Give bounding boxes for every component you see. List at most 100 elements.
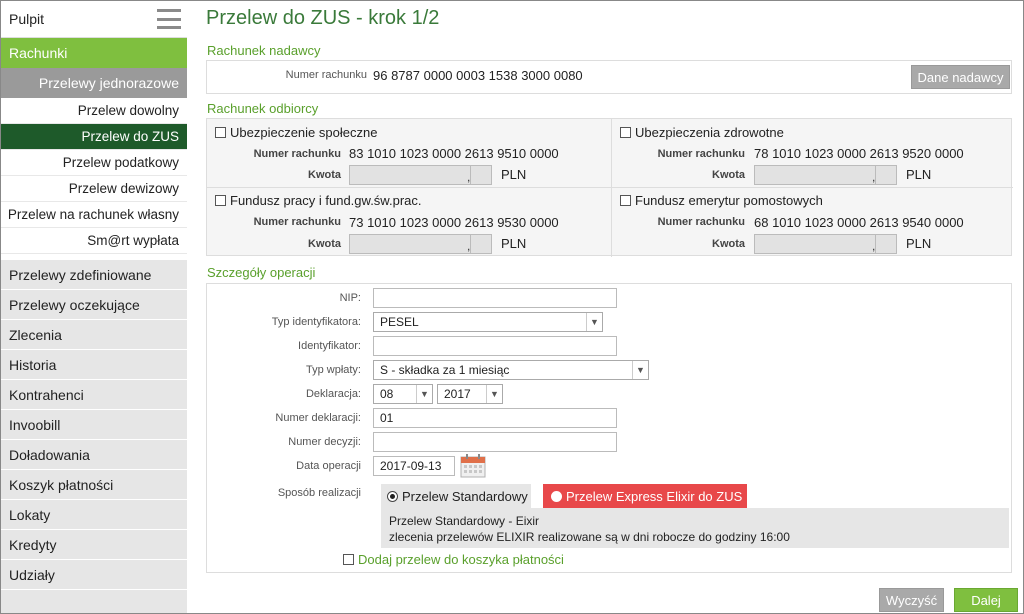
payment-type-select[interactable]: S - składka za 1 miesiąc ▼ — [373, 360, 649, 380]
sidebar-subitem-przelew-wlasny[interactable]: Przelew na rachunek własny — [1, 202, 187, 228]
nip-label: NIP: — [339, 292, 361, 304]
fund-name: Fundusz pracy i fund.gw.św.prac. — [230, 193, 422, 208]
sidebar-item-pulpit[interactable]: Pulpit — [1, 1, 187, 38]
sidebar-item-udzialy[interactable]: Udziały — [1, 560, 187, 590]
sidebar-subitem-przelew-podatkowy[interactable]: Przelew podatkowy — [1, 150, 187, 176]
fund-account-label: Numer rachunku — [253, 216, 341, 228]
id-type-label: Typ identyfikatora: — [271, 316, 361, 328]
sender-section-title: Rachunek nadawcy — [207, 43, 321, 58]
operation-date-input[interactable]: 2017-09-13 — [373, 456, 455, 476]
fund-amount-input[interactable] — [754, 165, 876, 185]
fund-name: Fundusz emerytur pomostowych — [635, 193, 823, 208]
method-info-title: Przelew Standardowy - Eixir — [389, 514, 540, 528]
checkbox-icon[interactable] — [215, 127, 226, 138]
sidebar: Pulpit Rachunki Przelewy jednorazowe Prz… — [1, 1, 187, 613]
method-standard-option[interactable]: Przelew Standardowy — [381, 484, 531, 508]
currency-label: PLN — [906, 167, 932, 182]
fund-amount-cents-input[interactable] — [875, 234, 897, 254]
sidebar-item-przelewy-oczekujace[interactable]: Przelewy oczekujące — [1, 290, 187, 320]
method-express-label: Przelew Express Elixir do ZUS — [566, 488, 743, 504]
recipient-panel: Ubezpieczenie społeczne Numer rachunku 8… — [206, 118, 1013, 257]
sidebar-item-zlecenia[interactable]: Zlecenia — [1, 320, 187, 350]
radio-unselected-icon[interactable] — [551, 490, 562, 502]
payment-type-value: S - składka za 1 miesiąc — [380, 363, 510, 377]
method-label: Sposób realizacji — [277, 487, 361, 499]
sidebar-subitem-przelew-dowolny[interactable]: Przelew dowolny — [1, 98, 187, 124]
fund-amount-cents-input[interactable] — [470, 234, 492, 254]
fund-account-number: 73 1010 1023 0000 2613 9530 0000 — [349, 215, 559, 230]
method-express-option[interactable]: Przelew Express Elixir do ZUS — [543, 484, 747, 508]
add-to-basket-checkbox[interactable]: Dodaj przelew do koszyka płatności — [343, 552, 564, 567]
sidebar-item-lokaty[interactable]: Lokaty — [1, 500, 187, 530]
fund-account-label: Numer rachunku — [657, 148, 745, 160]
sidebar-item-kontrahenci[interactable]: Kontrahenci — [1, 380, 187, 410]
fund-checkbox-fundusz-pracy[interactable]: Fundusz pracy i fund.gw.św.prac. — [215, 193, 421, 208]
checkbox-icon[interactable] — [620, 195, 631, 206]
calendar-icon[interactable] — [460, 454, 486, 478]
identifier-label: Identyfikator: — [298, 340, 361, 352]
menu-icon[interactable] — [157, 9, 181, 29]
fund-amount-input[interactable] — [754, 234, 876, 254]
declaration-year-select[interactable]: 2017 ▼ — [437, 384, 503, 404]
declaration-year-value: 2017 — [444, 387, 471, 401]
fund-amount-cents-input[interactable] — [470, 165, 492, 185]
page-title: Przelew do ZUS - krok 1/2 — [206, 7, 440, 29]
sidebar-subheader-przelewy-jednorazowe[interactable]: Przelewy jednorazowe — [1, 68, 187, 98]
sidebar-item-kredyty[interactable]: Kredyty — [1, 530, 187, 560]
next-button[interactable]: Dalej — [954, 588, 1018, 612]
method-info-box: Przelew Standardowy - Eixir zlecenia prz… — [381, 508, 1009, 548]
clear-button[interactable]: Wyczyść — [879, 588, 944, 612]
id-type-value: PESEL — [380, 315, 419, 329]
currency-label: PLN — [501, 236, 527, 251]
sidebar-subitem-smart-wyplata[interactable]: Sm@rt wypłata — [1, 228, 187, 254]
fund-checkbox-zdrowotne[interactable]: Ubezpieczenia zdrowotne — [620, 125, 784, 140]
decision-number-input[interactable] — [373, 432, 617, 452]
identifier-input[interactable] — [373, 336, 617, 356]
fund-name: Ubezpieczenie społeczne — [230, 125, 378, 140]
currency-label: PLN — [501, 167, 527, 182]
sidebar-item-rachunki[interactable]: Rachunki — [1, 38, 187, 68]
radio-selected-icon[interactable] — [387, 490, 398, 502]
method-info-text: zlecenia przelewów ELIXIR realizowane są… — [389, 530, 790, 544]
declaration-label: Deklaracja: — [305, 388, 361, 400]
chevron-down-icon[interactable]: ▼ — [586, 313, 602, 331]
sidebar-item-historia[interactable]: Historia — [1, 350, 187, 380]
checkbox-icon[interactable] — [215, 195, 226, 206]
fund-name: Ubezpieczenia zdrowotne — [635, 125, 784, 140]
fund-account-label: Numer rachunku — [657, 216, 745, 228]
chevron-down-icon[interactable]: ▼ — [486, 385, 502, 403]
fund-checkbox-spoleczne[interactable]: Ubezpieczenie społeczne — [215, 125, 377, 140]
fund-account-number: 78 1010 1023 0000 2613 9520 0000 — [754, 146, 964, 161]
sender-account-number: 96 8787 0000 0003 1538 3000 0080 — [373, 68, 583, 83]
details-section-title: Szczegóły operacji — [207, 265, 316, 280]
sidebar-subitem-przelew-dewizowy[interactable]: Przelew dewizowy — [1, 176, 187, 202]
sender-data-button[interactable]: Dane nadawcy — [911, 65, 1010, 89]
fund-amount-input[interactable] — [349, 234, 471, 254]
main-content: Przelew do ZUS - krok 1/2 Rachunek nadaw… — [197, 1, 1021, 613]
sidebar-item-doladowania[interactable]: Doładowania — [1, 440, 187, 470]
checkbox-icon[interactable] — [343, 554, 354, 565]
chevron-down-icon[interactable]: ▼ — [632, 361, 648, 379]
sidebar-item-label: Pulpit — [9, 11, 45, 27]
fund-amount-cents-input[interactable] — [875, 165, 897, 185]
fund-amount-label: Kwota — [712, 169, 745, 181]
declaration-number-input[interactable]: 01 — [373, 408, 617, 428]
fund-checkbox-emerytur-pomostowych[interactable]: Fundusz emerytur pomostowych — [620, 193, 823, 208]
nip-input[interactable] — [373, 288, 617, 308]
recipient-section-title: Rachunek odbiorcy — [207, 101, 319, 116]
fund-amount-input[interactable] — [349, 165, 471, 185]
fund-account-number: 83 1010 1023 0000 2613 9510 0000 — [349, 146, 559, 161]
checkbox-icon[interactable] — [620, 127, 631, 138]
sender-panel: Numer rachunku 96 8787 0000 0003 1538 30… — [206, 60, 1012, 94]
declaration-month-select[interactable]: 08 ▼ — [373, 384, 433, 404]
id-type-select[interactable]: PESEL ▼ — [373, 312, 603, 332]
sidebar-item-koszyk-platnosci[interactable]: Koszyk płatności — [1, 470, 187, 500]
sidebar-item-przelewy-zdefiniowane[interactable]: Przelewy zdefiniowane — [1, 260, 187, 290]
sender-account-label: Numer rachunku — [285, 69, 367, 81]
declaration-month-value: 08 — [380, 387, 394, 401]
fund-amount-label: Kwota — [308, 238, 341, 250]
chevron-down-icon[interactable]: ▼ — [416, 385, 432, 403]
sidebar-item-invoobill[interactable]: Invoobill — [1, 410, 187, 440]
sidebar-subitem-przelew-do-zus[interactable]: Przelew do ZUS — [1, 124, 187, 150]
details-panel: NIP: Typ identyfikatora: PESEL ▼ Identyf… — [206, 283, 1012, 573]
